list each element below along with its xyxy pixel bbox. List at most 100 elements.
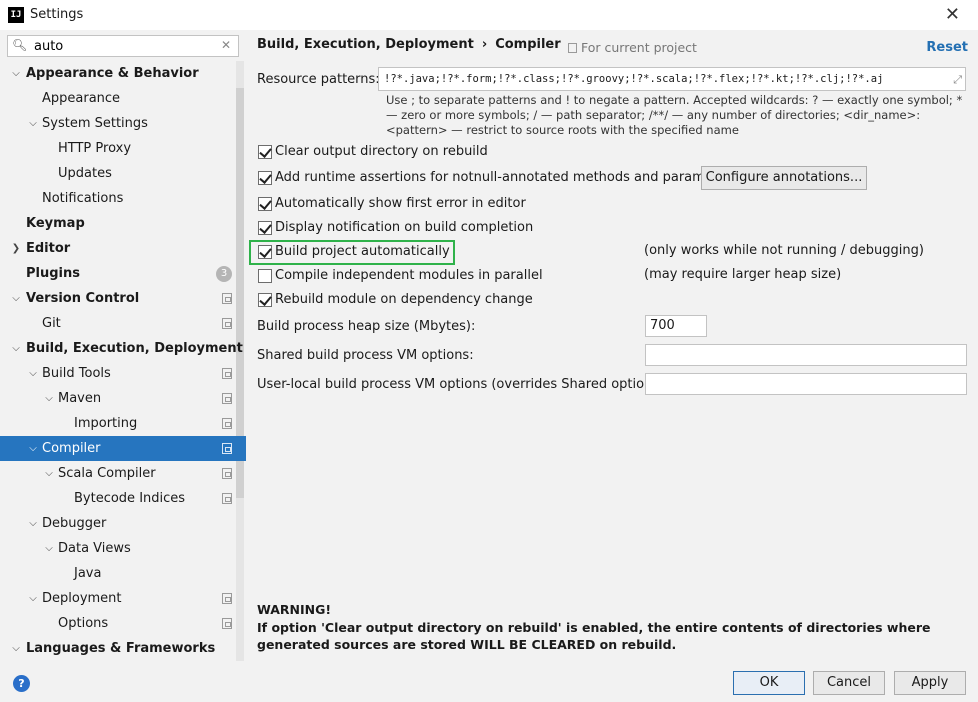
tree-item-label: Updates bbox=[58, 166, 112, 181]
tree-item-scala-compiler[interactable]: ⌵ Scala Compiler bbox=[0, 461, 246, 486]
breadcrumb-current: Compiler bbox=[495, 37, 561, 52]
close-icon[interactable]: ✕ bbox=[945, 4, 960, 25]
checkbox-label: Automatically show first error in editor bbox=[275, 196, 526, 211]
tree-item-label: Maven bbox=[58, 391, 102, 406]
tree-item-build-execution-deployment[interactable]: ⌵ Build, Execution, Deployment bbox=[0, 336, 246, 361]
tree-item-maven[interactable]: ⌵ Maven bbox=[0, 386, 246, 411]
heap-size-input[interactable]: 700 bbox=[645, 315, 707, 337]
chevron-down-icon[interactable]: ⌵ bbox=[43, 461, 55, 486]
checkbox-unchecked-icon[interactable] bbox=[258, 269, 272, 283]
cancel-button[interactable]: Cancel bbox=[813, 671, 885, 695]
chevron-down-icon[interactable]: ⌵ bbox=[10, 286, 22, 311]
tree-item-plugins[interactable]: Plugins 3 bbox=[0, 261, 246, 286]
build-automatically-note: (only works while not running / debuggin… bbox=[644, 243, 924, 258]
tree-item-languages-frameworks[interactable]: ⌵ Languages & Frameworks bbox=[0, 636, 246, 661]
scope-label: For current project bbox=[581, 40, 697, 55]
clear-search-icon[interactable]: ✕ bbox=[221, 38, 231, 52]
project-scope-icon bbox=[222, 293, 232, 304]
resource-patterns-hint: Use ; to separate patterns and ! to nega… bbox=[386, 93, 963, 137]
tree-item-label: Java bbox=[74, 566, 102, 581]
tree-item-keymap[interactable]: Keymap bbox=[0, 211, 246, 236]
tree-item-importing[interactable]: Importing bbox=[0, 411, 246, 436]
expand-field-icon[interactable]: ⤢ bbox=[953, 73, 962, 87]
tree-item-java[interactable]: Java bbox=[0, 561, 246, 586]
chevron-down-icon[interactable]: ⌵ bbox=[43, 386, 55, 411]
tree-item-label: HTTP Proxy bbox=[58, 141, 132, 156]
tree-item-data-views[interactable]: ⌵ Data Views bbox=[0, 536, 246, 561]
apply-button[interactable]: Apply bbox=[894, 671, 966, 695]
search-icon: 🔍︎ bbox=[12, 38, 28, 52]
breadcrumb-parent: Build, Execution, Deployment bbox=[257, 37, 474, 52]
configure-annotations-button[interactable]: Configure annotations... bbox=[701, 166, 867, 190]
checkbox-checked-icon[interactable] bbox=[258, 171, 272, 185]
tree-item-notifications[interactable]: Notifications bbox=[0, 186, 246, 211]
chevron-down-icon[interactable]: ⌵ bbox=[27, 436, 39, 461]
tree-item-label: Appearance & Behavior bbox=[26, 66, 199, 81]
chevron-down-icon[interactable]: ⌵ bbox=[27, 586, 39, 611]
checkbox-checked-icon[interactable] bbox=[258, 145, 272, 159]
chevron-down-icon[interactable]: ⌵ bbox=[10, 61, 22, 86]
project-scope-icon bbox=[222, 318, 232, 329]
help-icon[interactable]: ? bbox=[13, 675, 30, 692]
tree-item-http-proxy[interactable]: HTTP Proxy bbox=[0, 136, 246, 161]
chevron-down-icon[interactable]: ⌵ bbox=[27, 111, 39, 136]
breadcrumb: Build, Execution, Deployment › Compiler bbox=[257, 37, 561, 52]
project-scope-icon bbox=[222, 468, 232, 479]
tree-item-label: Build Tools bbox=[42, 366, 111, 381]
checkbox-checked-icon[interactable] bbox=[258, 221, 272, 235]
tree-item-label: Version Control bbox=[26, 291, 140, 306]
checkbox-checked-icon[interactable] bbox=[258, 197, 272, 211]
tree-item-bytecode-indices[interactable]: Bytecode Indices bbox=[0, 486, 246, 511]
compile-parallel-note: (may require larger heap size) bbox=[644, 267, 842, 282]
resource-patterns-input[interactable]: !?*.java;!?*.form;!?*.class;!?*.groovy;!… bbox=[378, 67, 966, 91]
checkbox-label: Add runtime assertions for notnull-annot… bbox=[275, 170, 739, 185]
project-scope-icon bbox=[222, 393, 232, 404]
tree-item-label: Appearance bbox=[42, 91, 121, 106]
tree-item-label: Options bbox=[58, 616, 109, 631]
tree-item-deployment[interactable]: ⌵ Deployment bbox=[0, 586, 246, 611]
tree-item-debugger[interactable]: ⌵ Debugger bbox=[0, 511, 246, 536]
scope-indicator: For current project bbox=[568, 40, 697, 55]
tree-item-git[interactable]: Git bbox=[0, 311, 246, 336]
project-scope-icon bbox=[222, 418, 232, 429]
project-scope-icon bbox=[222, 493, 232, 504]
chevron-down-icon[interactable]: ⌵ bbox=[27, 361, 39, 386]
warning-title: WARNING! bbox=[257, 602, 332, 617]
window-title: Settings bbox=[30, 7, 84, 22]
dialog-footer: ? OK Cancel Apply bbox=[0, 662, 978, 702]
tree-item-editor[interactable]: ❯ Editor bbox=[0, 236, 246, 261]
tree-item-label: Keymap bbox=[26, 216, 85, 231]
checkbox-checked-icon[interactable] bbox=[258, 293, 272, 307]
chevron-down-icon[interactable]: ⌵ bbox=[43, 536, 55, 561]
reset-link[interactable]: Reset bbox=[926, 40, 968, 55]
tree-item-updates[interactable]: Updates bbox=[0, 161, 246, 186]
tree-item-label: Editor bbox=[26, 241, 71, 256]
tree-item-version-control[interactable]: ⌵ Version Control bbox=[0, 286, 246, 311]
chevron-down-icon[interactable]: ⌵ bbox=[10, 636, 22, 661]
search-box[interactable]: 🔍︎ ✕ bbox=[7, 35, 239, 57]
tree-item-label: Debugger bbox=[42, 516, 107, 531]
tree-item-options[interactable]: Options bbox=[0, 611, 246, 636]
tree-item-system-settings[interactable]: ⌵ System Settings bbox=[0, 111, 246, 136]
project-scope-icon bbox=[222, 593, 232, 604]
checkbox-label: Clear output directory on rebuild bbox=[275, 144, 488, 159]
tree-item-label: Deployment bbox=[42, 591, 122, 606]
warning-message: WARNING! If option 'Clear output directo… bbox=[257, 601, 972, 654]
tree-item-appearance[interactable]: Appearance bbox=[0, 86, 246, 111]
tree-item-appearance-behavior[interactable]: ⌵ Appearance & Behavior bbox=[0, 61, 246, 86]
tree-item-build-tools[interactable]: ⌵ Build Tools bbox=[0, 361, 246, 386]
shared-vm-options-input[interactable] bbox=[645, 344, 967, 366]
compiler-settings-panel: Build, Execution, Deployment › Compiler Fo… bbox=[246, 30, 978, 662]
tree-item-label: Bytecode Indices bbox=[74, 491, 186, 506]
tree-item-label: Compiler bbox=[42, 441, 101, 456]
chevron-down-icon[interactable]: ⌵ bbox=[27, 511, 39, 536]
chevron-down-icon[interactable]: ⌵ bbox=[10, 336, 22, 361]
chevron-right-icon[interactable]: ❯ bbox=[10, 236, 22, 261]
tree-item-label: Scala Compiler bbox=[58, 466, 156, 481]
checkbox-label: Compile independent modules in parallel bbox=[275, 268, 543, 283]
user-vm-options-input[interactable] bbox=[645, 373, 967, 395]
checkbox-checked-icon[interactable] bbox=[258, 245, 272, 259]
ok-button[interactable]: OK bbox=[733, 671, 805, 695]
tree-item-compiler[interactable]: ⌵ Compiler bbox=[0, 436, 246, 461]
search-input[interactable] bbox=[34, 38, 214, 54]
